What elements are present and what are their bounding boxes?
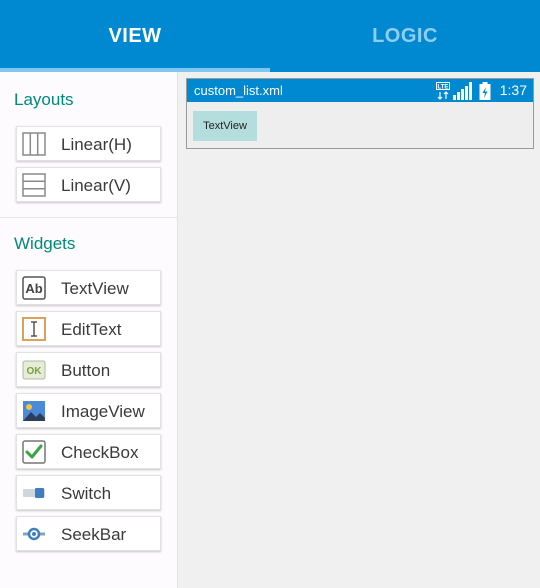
layouts-section-title: Layouts (14, 90, 74, 109)
preview-status-bar: custom_list.xml LTE 1:37 (187, 79, 533, 102)
layout-preview[interactable]: custom_list.xml LTE 1:37 TextView (186, 78, 534, 149)
palette-item-label: Switch (61, 484, 112, 503)
linear-horizontal-icon (22, 132, 46, 156)
lte-icon: LTE (436, 82, 450, 100)
button-icon: OK (22, 360, 46, 380)
battery-icon (479, 82, 491, 100)
imageview-icon (23, 401, 45, 421)
seekbar-icon (23, 527, 45, 541)
palette-item-imageview[interactable]: ImageView (16, 393, 161, 428)
layout-filename: custom_list.xml (194, 83, 283, 98)
palette-item-label: ImageView (61, 402, 145, 421)
linear-vertical-icon (22, 173, 46, 197)
palette-item-edittext[interactable]: EditText (16, 311, 161, 346)
checkbox-icon (22, 440, 46, 464)
edittext-icon (22, 317, 46, 341)
palette-item-label: SeekBar (61, 525, 127, 544)
signal-icon (453, 82, 472, 100)
palette-item-label: TextView (61, 279, 129, 298)
svg-text:OK: OK (27, 366, 43, 377)
palette-item-switch[interactable]: Switch (16, 475, 161, 510)
tab-logic[interactable]: LOGIC (270, 0, 540, 72)
widget-palette: Layouts Linear(H) Linear(V) Widgets Ab T… (0, 72, 178, 588)
widgets-section-title: Widgets (14, 234, 76, 253)
palette-item-linear-v[interactable]: Linear(V) (16, 167, 161, 202)
status-time: 1:37 (499, 82, 527, 98)
palette-item-button[interactable]: OK Button (16, 352, 161, 387)
palette-item-label: EditText (61, 320, 122, 339)
palette-item-label: CheckBox (61, 443, 139, 462)
tab-view[interactable]: VIEW (0, 0, 270, 72)
palette-item-checkbox[interactable]: CheckBox (16, 434, 161, 469)
palette-item-label: Linear(V) (61, 176, 131, 195)
palette-item-label: Button (61, 361, 111, 380)
palette-item-label: Linear(H) (61, 135, 132, 154)
palette-item-linear-h[interactable]: Linear(H) (16, 126, 161, 161)
textview-icon: Ab (22, 276, 46, 300)
switch-icon (23, 488, 45, 498)
palette-item-textview[interactable]: Ab TextView (16, 270, 161, 305)
tab-bar: VIEW LOGIC (0, 0, 540, 72)
svg-text:LTE: LTE (438, 85, 449, 91)
svg-text:Ab: Ab (25, 281, 42, 296)
preview-textview[interactable]: TextView (193, 111, 257, 141)
palette-item-seekbar[interactable]: SeekBar (16, 516, 161, 551)
section-divider (0, 217, 177, 218)
